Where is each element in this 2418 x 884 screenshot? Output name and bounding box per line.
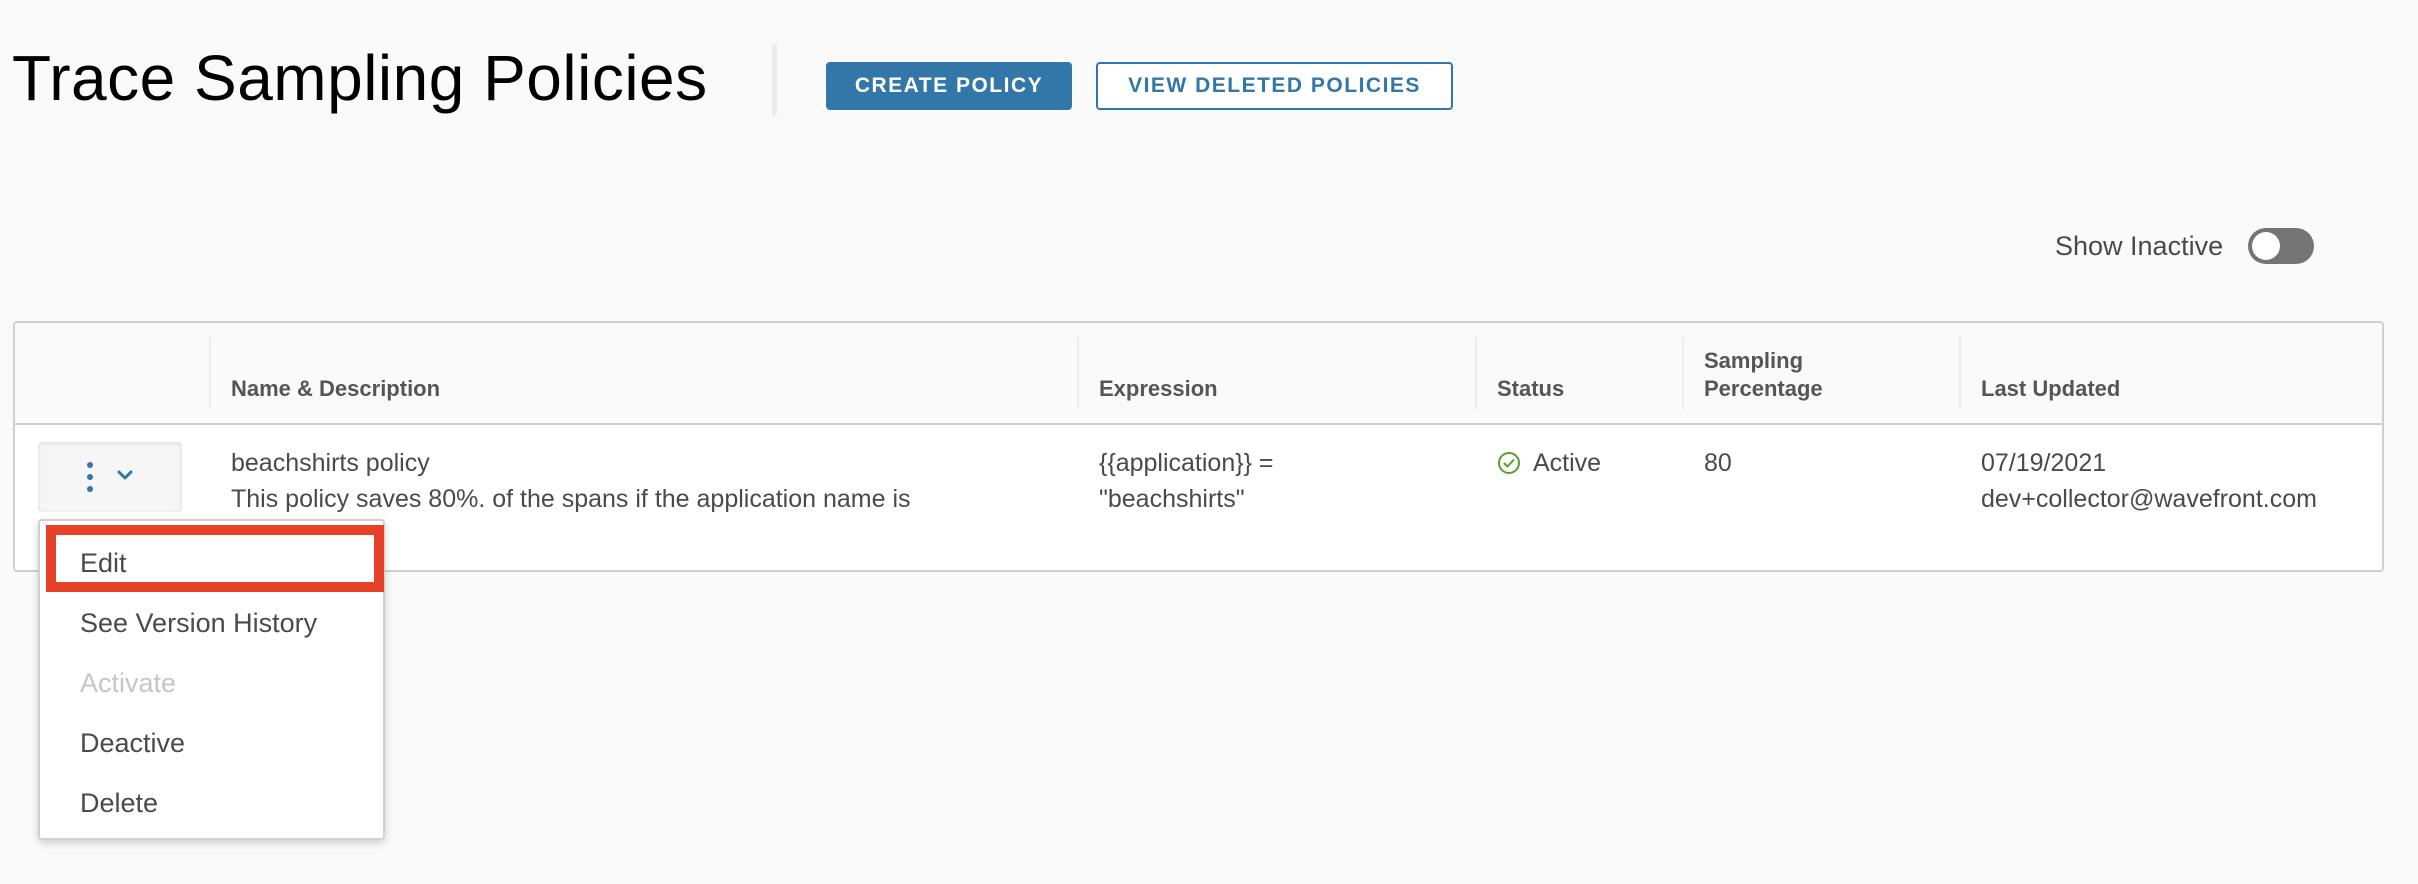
menu-item-edit[interactable]: Edit xyxy=(40,533,383,593)
status-cell: Active xyxy=(1475,425,1682,481)
toggle-knob xyxy=(2252,232,2281,260)
last-updated-cell: 07/19/2021 dev+collector@wavefront.com xyxy=(1959,425,2382,517)
column-header-status: Status xyxy=(1475,323,1682,423)
column-header-actions xyxy=(15,323,209,423)
more-vertical-icon xyxy=(87,462,93,492)
column-header-last-updated: Last Updated xyxy=(1959,323,2382,423)
menu-item-see-version-history[interactable]: See Version History xyxy=(40,593,383,653)
name-description-cell: beachshirts policy This policy saves 80%… xyxy=(209,425,1077,517)
create-policy-button[interactable]: CREATE POLICY xyxy=(826,62,1072,110)
expression-cell: {{application}} = "beachshirts" xyxy=(1077,425,1475,517)
show-inactive-toggle[interactable] xyxy=(2248,228,2315,264)
circle-check-icon xyxy=(1497,451,1521,475)
last-updated-by: dev+collector@wavefront.com xyxy=(1981,485,2317,513)
view-deleted-policies-button[interactable]: VIEW DELETED POLICIES xyxy=(1096,62,1453,110)
chevron-down-icon xyxy=(117,468,133,486)
title-divider xyxy=(772,44,777,115)
last-updated-date: 07/19/2021 xyxy=(1981,449,2107,477)
row-actions-button[interactable] xyxy=(38,442,182,512)
column-header-name: Name & Description xyxy=(209,323,1077,423)
sampling-percentage-cell: 80 xyxy=(1704,449,1732,477)
status-badge: Active xyxy=(1533,449,1602,477)
show-inactive-label: Show Inactive xyxy=(2055,230,2224,261)
column-header-expression: Expression xyxy=(1077,323,1475,423)
page-title: Trace Sampling Policies xyxy=(12,42,708,114)
expression-line-1: {{application}} = xyxy=(1099,449,1274,477)
menu-item-delete[interactable]: Delete xyxy=(40,773,383,833)
policy-description: This policy saves 80%. of the spans if t… xyxy=(231,485,911,513)
menu-item-deactive[interactable]: Deactive xyxy=(40,713,383,773)
column-header-sampling-percentage-label: Sampling Percentage xyxy=(1704,348,1823,401)
policy-name[interactable]: beachshirts policy xyxy=(231,445,1077,481)
menu-item-activate: Activate xyxy=(80,667,177,698)
column-header-sampling-percentage: Sampling Percentage xyxy=(1682,323,1959,423)
row-actions-menu: Edit See Version History Activate Deacti… xyxy=(38,519,385,840)
expression-line-2: "beachshirts" xyxy=(1099,485,1245,513)
show-inactive-filter: Show Inactive xyxy=(2055,228,2315,264)
table-header: Name & Description Expression Status Sam… xyxy=(15,323,2382,425)
